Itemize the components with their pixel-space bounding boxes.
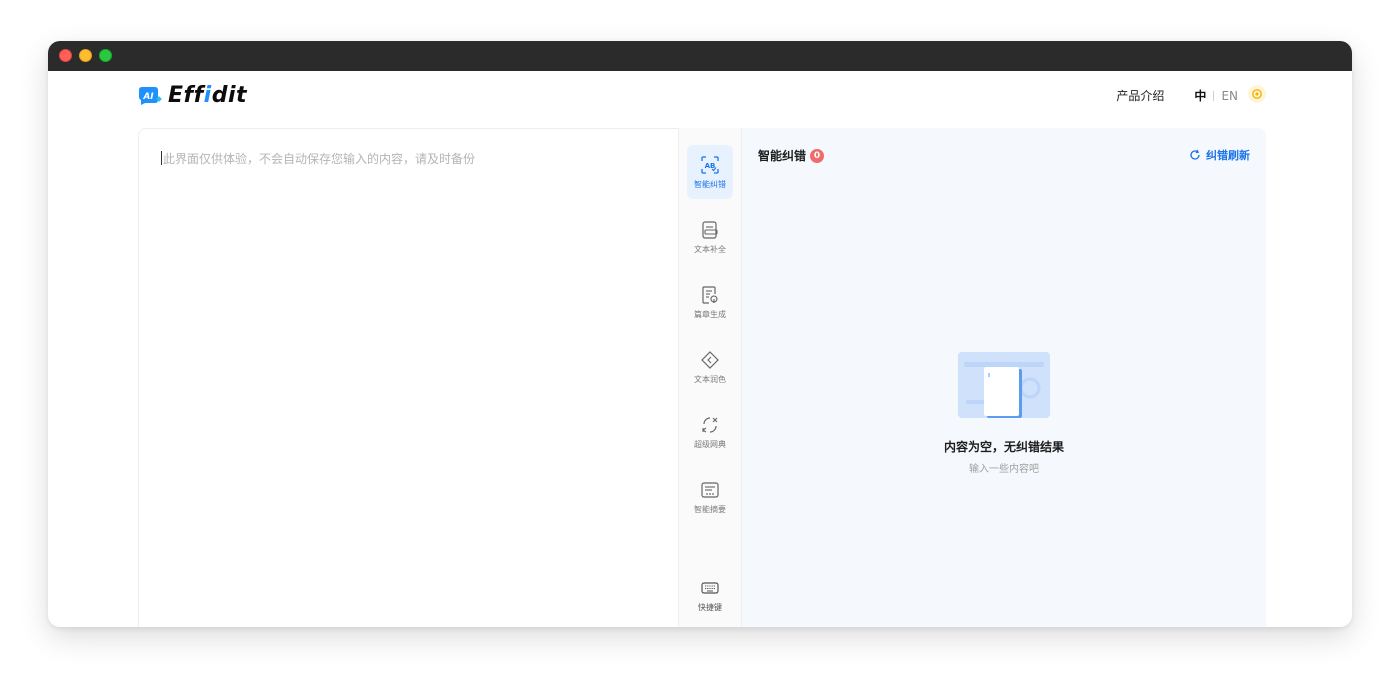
- text-editor[interactable]: 此界面仅供体验，不会自动保存您输入的内容，请及时备份: [138, 128, 742, 627]
- empty-subtitle: 输入一些内容吧: [969, 464, 1039, 475]
- empty-title: 内容为空，无纠错结果: [943, 440, 1064, 454]
- correction-panel: 智能纠错 0 纠错刷新 内容为空，无纠错结果 输入一些内容吧: [742, 128, 1266, 627]
- text-complete-icon: [702, 220, 718, 239]
- logo-icon: AI: [138, 85, 162, 105]
- theme-toggle-button[interactable]: [1248, 85, 1266, 103]
- dictionary-icon: [702, 416, 718, 433]
- svg-text:AB: AB: [705, 162, 716, 170]
- article-generate-icon: [702, 285, 718, 304]
- top-nav: 产品介绍 中 EN: [1116, 87, 1238, 104]
- maximize-window-button[interactable]: [99, 49, 112, 62]
- product-intro-link[interactable]: 产品介绍: [1116, 87, 1164, 104]
- tool-smart-summary[interactable]: 智能摘要: [687, 470, 733, 524]
- refresh-icon: [1190, 149, 1200, 160]
- tool-text-completion[interactable]: 文本补全: [687, 210, 733, 264]
- polish-icon: [701, 350, 719, 369]
- logo[interactable]: AI Effidit: [138, 81, 247, 109]
- tool-text-polish[interactable]: 文本润色: [687, 340, 733, 394]
- top-header: AI Effidit 产品介绍 中 EN: [48, 71, 1352, 119]
- title-bar: [48, 41, 1352, 71]
- summary-icon: [701, 481, 719, 498]
- refresh-correction-button[interactable]: 纠错刷新: [1189, 147, 1250, 163]
- tool-shortcuts[interactable]: 快捷键: [687, 568, 733, 622]
- panel-title-text: 智能纠错: [758, 149, 807, 163]
- panel-title: 智能纠错 0: [758, 147, 825, 164]
- empty-document-icon: [958, 352, 1050, 418]
- text-cursor: [161, 151, 162, 165]
- ai-check-icon: AB: [701, 155, 719, 174]
- lang-divider: [1213, 90, 1215, 101]
- close-window-button[interactable]: [59, 49, 72, 62]
- tool-super-dictionary[interactable]: 超级网典: [687, 405, 733, 459]
- tool-article-generation[interactable]: 篇章生成: [687, 275, 733, 329]
- app-window: AI Effidit 产品介绍 中 EN 此界面仅供体验，不会自动保存您输入的内…: [48, 41, 1352, 627]
- feature-toolbar: AB 智能纠错 文本补全 篇章生成 文本润色 超级网典 智能摘要 快捷键: [678, 128, 742, 627]
- lang-zh-option[interactable]: 中: [1194, 87, 1206, 104]
- minimize-window-button[interactable]: [79, 49, 92, 62]
- lang-en-option[interactable]: EN: [1221, 89, 1238, 103]
- keyboard-icon: [701, 581, 719, 594]
- sun-icon: [1252, 89, 1262, 99]
- tool-smart-correction[interactable]: AB 智能纠错: [687, 145, 733, 199]
- editor-placeholder: 此界面仅供体验，不会自动保存您输入的内容，请及时备份: [163, 152, 476, 166]
- logo-text: Effidit: [168, 82, 248, 108]
- empty-state: 内容为空，无纠错结果 输入一些内容吧: [742, 352, 1266, 475]
- svg-text:AI: AI: [142, 92, 154, 102]
- error-count-badge: 0: [810, 148, 825, 163]
- refresh-label: 纠错刷新: [1206, 149, 1250, 162]
